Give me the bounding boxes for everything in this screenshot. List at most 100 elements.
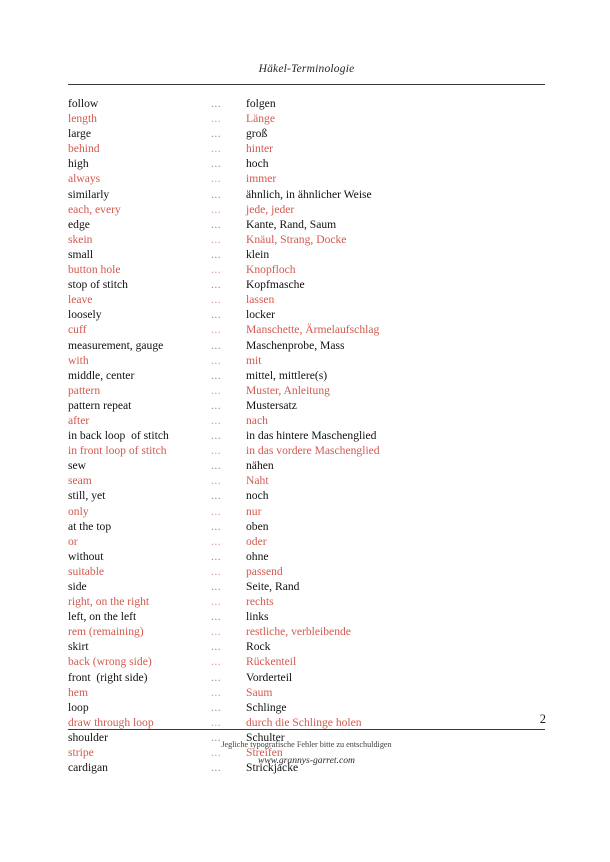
- glossary-separator: ...: [211, 519, 222, 533]
- glossary-separator: ...: [211, 625, 222, 639]
- glossary-term-english: length: [68, 112, 97, 126]
- glossary-term-english: leave: [68, 293, 93, 307]
- glossary-separator: ...: [211, 247, 222, 261]
- document-page: Häkel-Terminologie follow... folgen length…: [0, 0, 610, 862]
- glossary-term-english: side: [68, 580, 87, 593]
- glossary-separator: ...: [211, 564, 222, 578]
- glossary-term-german: Muster, Anleitung: [246, 383, 330, 397]
- glossary-term-german: ähnlich, in ähnlicher Weise: [246, 187, 372, 201]
- glossary-term-english: each, every: [68, 202, 121, 216]
- glossary-separator: ...: [211, 670, 222, 684]
- glossary-term-german: folgen: [246, 97, 276, 110]
- glossary-row: skirt... Rock: [68, 639, 545, 654]
- glossary-term-english: without: [68, 549, 104, 563]
- glossary-row: follow... folgen: [68, 96, 545, 111]
- glossary-term-german: Rock: [246, 640, 271, 654]
- glossary-row: loosely... locker: [68, 307, 545, 322]
- glossary-row: left, on the left... links: [68, 609, 545, 624]
- glossary-row: after... nach: [68, 413, 545, 428]
- glossary-term-german: nähen: [246, 459, 274, 473]
- glossary-row: measurement, gauge... Maschenprobe, Mass: [68, 338, 545, 353]
- glossary-term-german: in das hintere Maschenglied: [246, 429, 377, 443]
- glossary-separator: ...: [211, 263, 222, 277]
- glossary-term-english: still, yet: [68, 489, 106, 503]
- glossary-term-english: left, on the left: [68, 610, 137, 624]
- glossary-term-english: rem (remaining): [68, 625, 144, 639]
- glossary-term-german: Saum: [246, 685, 273, 699]
- glossary-term-german: locker: [246, 308, 275, 322]
- glossary-term-german: Rückenteil: [246, 655, 297, 669]
- footer-rule: [68, 729, 545, 730]
- glossary-term-german: Mustersatz: [246, 398, 297, 412]
- glossary-term-english: at the top: [68, 519, 112, 533]
- page-number: 2: [539, 712, 546, 726]
- glossary-separator: ...: [211, 685, 222, 699]
- glossary-separator: ...: [211, 323, 222, 337]
- glossary-row: stop of stitch... Kopfmasche: [68, 277, 545, 292]
- glossary-term-english: behind: [68, 142, 100, 156]
- glossary-term-english: only: [68, 504, 89, 518]
- glossary-term-german: Naht: [246, 474, 269, 488]
- glossary-term-english: edge: [68, 217, 90, 231]
- glossary-separator: ...: [211, 202, 222, 216]
- glossary-term-german: rechts: [246, 595, 274, 609]
- glossary-row: middle, center... mittel, mittlere(s): [68, 368, 545, 383]
- glossary-row: pattern... Muster, Anleitung: [68, 383, 545, 398]
- glossary-term-german: passend: [246, 564, 283, 578]
- glossary-row: similarly... ähnlich, in ähnlicher Weise: [68, 187, 545, 202]
- glossary-separator: ...: [211, 640, 222, 654]
- glossary-row: small... klein: [68, 247, 545, 262]
- glossary-row: leave... lassen: [68, 292, 545, 307]
- glossary-row: back (wrong side)... Rückenteil: [68, 654, 545, 669]
- glossary-separator: ...: [211, 534, 222, 548]
- glossary-term-german: Maschenprobe, Mass: [246, 338, 345, 352]
- glossary-separator: ...: [211, 715, 222, 729]
- glossary-term-english: back (wrong side): [68, 655, 152, 669]
- glossary-term-english: middle, center: [68, 368, 135, 382]
- glossary-term-german: Länge: [246, 112, 275, 126]
- glossary-row: skein... Knäul, Strang, Docke: [68, 232, 545, 247]
- glossary-separator: ...: [211, 504, 222, 518]
- glossary-term-german: nur: [246, 504, 262, 518]
- glossary-separator: ...: [211, 413, 222, 427]
- glossary-row: button hole... Knopfloch: [68, 262, 545, 277]
- glossary-term-english: high: [68, 157, 89, 171]
- glossary-term-english: pattern: [68, 383, 101, 397]
- glossary-separator: ...: [211, 187, 222, 201]
- glossary-row: loop... Schlinge: [68, 700, 545, 715]
- glossary-term-german: noch: [246, 489, 269, 503]
- glossary-separator: ...: [211, 398, 222, 412]
- glossary-row: sew... nähen: [68, 458, 545, 473]
- glossary-row: rem (remaining)... restliche, verbleibend…: [68, 624, 545, 639]
- glossary-separator: ...: [211, 580, 222, 593]
- glossary-row: edge... Kante, Rand, Saum: [68, 217, 545, 232]
- footer-disclaimer: Jegliche typografische Fehler bitte zu e…: [221, 740, 392, 749]
- glossary-term-english: large: [68, 127, 91, 141]
- glossary-separator: ...: [211, 97, 222, 110]
- glossary-term-english: hem: [68, 685, 88, 699]
- glossary-separator: ...: [211, 353, 222, 367]
- glossary-term-english: draw through loop: [68, 715, 154, 729]
- glossary-term-english: front (right side): [68, 670, 148, 684]
- glossary-separator: ...: [211, 338, 222, 352]
- glossary-term-english: button hole: [68, 263, 121, 277]
- glossary-term-german: Vorderteil: [246, 670, 293, 684]
- glossary-row: side... Seite, Rand: [68, 579, 545, 594]
- glossary-term-german: links: [246, 610, 269, 624]
- glossary-term-english: pattern repeat: [68, 398, 132, 412]
- footer-website-url: www.grannys-garret.com: [257, 755, 355, 766]
- glossary-term-english: similarly: [68, 187, 110, 201]
- glossary-term-german: hinter: [246, 142, 274, 156]
- glossary-row: front (right side)... Vorderteil: [68, 670, 545, 685]
- glossary-term-english: measurement, gauge: [68, 338, 164, 352]
- glossary-row: always... immer: [68, 171, 545, 186]
- glossary-term-english: small: [68, 247, 94, 261]
- glossary-term-german: Seite, Rand: [246, 580, 300, 593]
- glossary-term-german: oben: [246, 519, 269, 533]
- glossary-separator: ...: [211, 429, 222, 443]
- glossary-term-english: in front loop of stitch: [68, 444, 167, 458]
- header-rule: [68, 84, 545, 85]
- glossary-term-german: mittel, mittlere(s): [246, 368, 328, 382]
- glossary-row: cuff... Manschette, Ärmelaufschlag: [68, 322, 545, 337]
- glossary-row: in front loop of stitch... in das vordere…: [68, 443, 545, 458]
